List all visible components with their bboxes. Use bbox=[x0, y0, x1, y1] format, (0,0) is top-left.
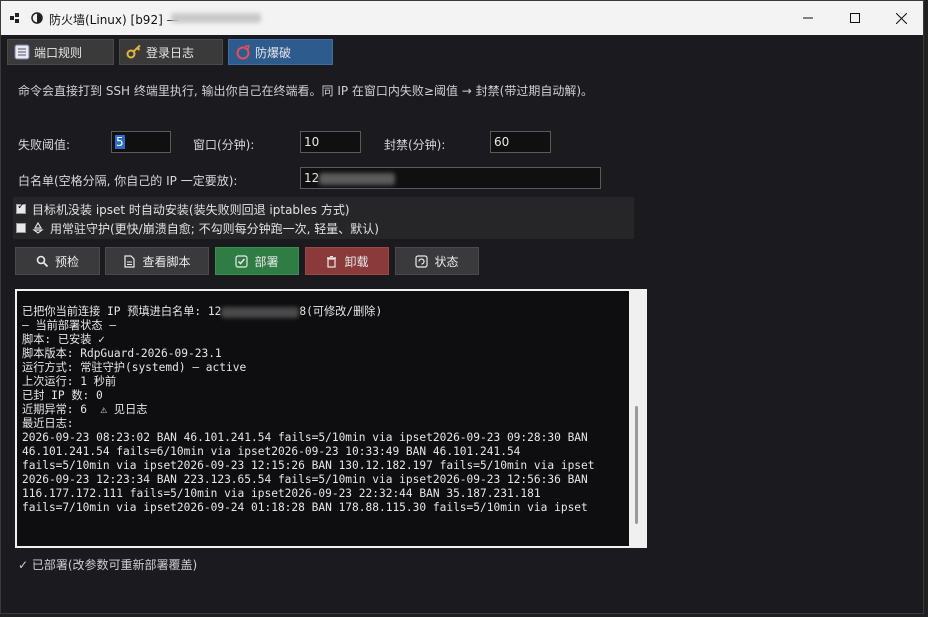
document-icon bbox=[124, 254, 136, 268]
maximize-button[interactable] bbox=[832, 1, 878, 35]
close-button[interactable] bbox=[878, 1, 924, 35]
daemon-label: 用常驻守护(更快/崩溃自愈; 不勾则每分钟跑一次, 轻量、默认) bbox=[50, 221, 379, 236]
console-first-line-prefix: 已把你当前连接 IP 预填进白名单: 12 bbox=[22, 305, 222, 318]
ring-icon bbox=[236, 45, 251, 60]
console-line: 2026-09-23 08:23:02 BAN 46.101.241.54 fa… bbox=[22, 431, 588, 444]
tab-login-log-label: 登录日志 bbox=[146, 45, 195, 60]
maximize-icon bbox=[850, 13, 860, 23]
tab-port-rules[interactable]: 端口规则 bbox=[7, 39, 114, 65]
threshold-value: 5 bbox=[115, 135, 125, 149]
console-line: 脚本: 已安装 ✓ bbox=[22, 333, 105, 346]
precheck-button[interactable]: 预检 bbox=[15, 247, 100, 275]
window-minutes-label: 窗口(分钟): bbox=[193, 138, 255, 152]
view-script-button[interactable]: 查看脚本 bbox=[105, 247, 209, 275]
auto-install-checkbox[interactable] bbox=[16, 201, 26, 214]
info-text: 命令会直接打到 SSH 终端里执行, 输出你自己在终端看。同 IP 在窗口内失败… bbox=[18, 84, 594, 98]
auto-install-label: 目标机没装 ipset 时自动安装(装失败则回退 iptables 方式) bbox=[32, 202, 350, 217]
whitelist-input[interactable]: 12 bbox=[300, 167, 601, 189]
whitelist-value: 12 bbox=[304, 171, 320, 185]
magnifier-icon bbox=[36, 255, 49, 267]
uninstall-button[interactable]: 卸载 bbox=[305, 247, 389, 275]
key-icon bbox=[126, 44, 141, 59]
tab-anti-bruteforce-label: 防爆破 bbox=[255, 45, 292, 60]
console-line: 脚本版本: RdpGuard-2026-09-23.1 bbox=[22, 347, 222, 360]
auto-install-option[interactable]: 目标机没装 ipset 时自动安装(装失败则回退 iptables 方式) bbox=[16, 200, 350, 218]
console-line: — 当前部署状态 — bbox=[22, 319, 117, 332]
threshold-input[interactable]: 5 bbox=[111, 131, 171, 153]
console-line: 116.177.172.111 fails=5/10min via ipset2… bbox=[22, 487, 541, 500]
window-minutes-input[interactable]: 10 bbox=[300, 131, 361, 153]
deploy-label: 部署 bbox=[254, 254, 279, 269]
whitelist-redacted bbox=[319, 172, 396, 185]
app-window: 防火墙(Linux) [b92] — 端口规则 登录日志 防爆破 命令会直接打到… bbox=[0, 0, 924, 614]
tab-login-log[interactable]: 登录日志 bbox=[119, 39, 223, 65]
console-line: fails=5/10min via ipset2026-09-23 12:15:… bbox=[22, 459, 595, 472]
refresh-icon bbox=[415, 254, 429, 268]
deploy-status-text: ✓ 已部署(改参数可重新部署覆盖) bbox=[18, 558, 198, 572]
console-line: 已封 IP 数: 0 bbox=[22, 389, 103, 402]
checkbox-icon bbox=[235, 254, 249, 268]
tab-port-rules-label: 端口规则 bbox=[34, 45, 83, 60]
tab-anti-bruteforce[interactable]: 防爆破 bbox=[228, 39, 333, 65]
recycle-icon bbox=[32, 222, 44, 234]
console-text: 已把你当前连接 IP 预填进白名单: 12 8(可修改/删除) — 当前部署状态 … bbox=[22, 305, 624, 515]
ban-minutes-label: 封禁(分钟): bbox=[384, 138, 446, 152]
console-line: 近期异常: 6 ⚠ 见日志 bbox=[22, 403, 148, 416]
title-redacted bbox=[171, 13, 261, 23]
app-icon bbox=[10, 13, 19, 23]
uninstall-label: 卸载 bbox=[344, 254, 369, 269]
title-bar[interactable]: 防火墙(Linux) [b92] — bbox=[1, 1, 923, 35]
minimize-icon bbox=[803, 17, 813, 19]
daemon-option[interactable]: 用常驻守护(更快/崩溃自愈; 不勾则每分钟跑一次, 轻量、默认) bbox=[16, 219, 379, 237]
console-line: 最近日志: bbox=[22, 417, 74, 430]
console-line: 运行方式: 常驻守护(systemd) — active bbox=[22, 361, 247, 374]
ban-minutes-input[interactable]: 60 bbox=[490, 131, 551, 153]
deploy-button[interactable]: 部署 bbox=[215, 247, 299, 275]
console-first-line-suffix: 8(可修改/删除) bbox=[299, 305, 383, 318]
window-title: 防火墙(Linux) [b92] — bbox=[49, 13, 179, 27]
daemon-checkbox[interactable] bbox=[16, 223, 26, 233]
options-panel: 目标机没装 ipset 时自动安装(装失败则回退 iptables 方式) 用常… bbox=[13, 197, 634, 239]
console-line: 上次运行: 1 秒前 bbox=[22, 375, 117, 388]
status-label: 状态 bbox=[434, 254, 459, 269]
status-button[interactable]: 状态 bbox=[395, 247, 479, 275]
console-line: 46.101.241.54 fails=6/10min via ipset202… bbox=[22, 445, 521, 458]
close-icon bbox=[895, 12, 907, 24]
threshold-label: 失败阈值: bbox=[18, 138, 71, 152]
console-scrollbar[interactable] bbox=[629, 291, 645, 546]
console-scrollbar-thumb[interactable] bbox=[635, 406, 638, 524]
whitelist-label: 白名单(空格分隔, 你自己的 IP 一定要放): bbox=[18, 174, 238, 188]
console-ip-redacted bbox=[221, 306, 300, 318]
list-icon bbox=[14, 44, 30, 60]
minimize-button[interactable] bbox=[785, 1, 831, 35]
console-line: 2026-09-23 12:23:34 BAN 223.123.65.54 fa… bbox=[22, 473, 588, 486]
shield-icon bbox=[31, 12, 43, 24]
view-script-label: 查看脚本 bbox=[142, 254, 191, 269]
trash-icon bbox=[327, 255, 337, 268]
console-output[interactable]: 已把你当前连接 IP 预填进白名单: 12 8(可修改/删除) — 当前部署状态 … bbox=[15, 289, 647, 548]
console-line: fails=7/10min via ipset2026-09-24 01:18:… bbox=[22, 501, 588, 514]
precheck-label: 预检 bbox=[54, 254, 79, 269]
